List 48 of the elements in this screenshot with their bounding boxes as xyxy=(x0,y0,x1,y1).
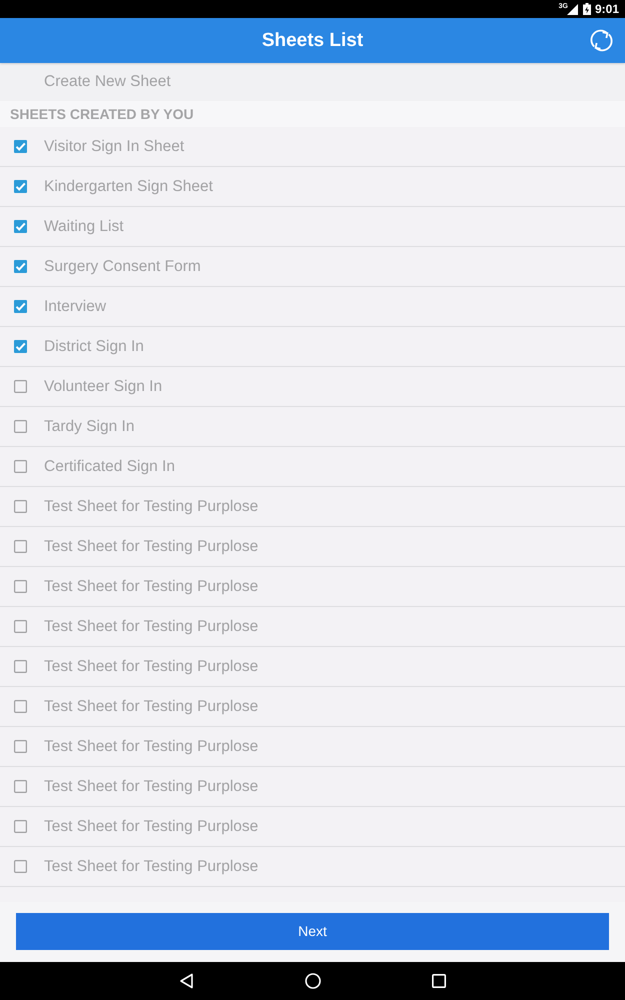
checkbox[interactable] xyxy=(14,300,27,313)
sheet-name: Test Sheet for Testing Purplose xyxy=(44,856,258,877)
app-title: Sheets List xyxy=(262,31,364,50)
sheet-name: Test Sheet for Testing Purplose xyxy=(44,816,258,837)
checkbox[interactable] xyxy=(14,540,27,553)
checkbox[interactable] xyxy=(14,340,27,353)
home-icon[interactable] xyxy=(304,973,320,989)
checkbox[interactable] xyxy=(14,380,27,393)
checkbox[interactable] xyxy=(14,420,27,433)
sheet-name: Kindergarten Sign Sheet xyxy=(44,176,213,197)
section-header: SHEETS CREATED BY YOU xyxy=(10,104,194,124)
next-button[interactable]: Next xyxy=(16,913,609,950)
sheet-name: Interview xyxy=(44,296,106,317)
back-icon[interactable] xyxy=(178,973,194,989)
signal-icon xyxy=(566,4,578,14)
checkbox[interactable] xyxy=(14,780,27,793)
sheet-name: Test Sheet for Testing Purplose xyxy=(44,736,258,757)
checkbox[interactable] xyxy=(14,180,27,193)
battery-icon xyxy=(582,3,591,15)
checkbox[interactable] xyxy=(14,860,27,873)
checkbox[interactable] xyxy=(14,140,27,153)
sheet-name: Test Sheet for Testing Purplose xyxy=(44,496,258,517)
checkbox[interactable] xyxy=(14,460,27,473)
sheet-name: Certificated Sign In xyxy=(44,456,175,477)
checkbox[interactable] xyxy=(14,700,27,713)
checkbox[interactable] xyxy=(14,580,27,593)
recent-apps-icon[interactable] xyxy=(430,973,446,989)
sheet-name: District Sign In xyxy=(44,336,144,357)
checkbox[interactable] xyxy=(14,620,27,633)
clock-time: 9:01 xyxy=(594,3,619,15)
checkbox[interactable] xyxy=(14,500,27,513)
sheet-name: Visitor Sign In Sheet xyxy=(44,136,184,157)
sheet-name: Test Sheet for Testing Purplose xyxy=(44,616,258,637)
sheet-name: Test Sheet for Testing Purplose xyxy=(44,696,258,717)
checkbox[interactable] xyxy=(14,220,27,233)
checkbox[interactable] xyxy=(14,740,27,753)
checkbox[interactable] xyxy=(14,660,27,673)
sheet-name: Tardy Sign In xyxy=(44,416,134,437)
sheet-name: Volunteer Sign In xyxy=(44,376,162,397)
sheet-name: Test Sheet for Testing Purplose xyxy=(44,576,258,597)
sheet-name: Test Sheet for Testing Purplose xyxy=(44,776,258,797)
checkbox[interactable] xyxy=(14,820,27,833)
sheet-name: Surgery Consent Form xyxy=(44,256,201,277)
checkbox[interactable] xyxy=(14,260,27,273)
sheet-name: Test Sheet for Testing Purplose xyxy=(44,656,258,677)
sheet-name: Test Sheet for Testing Purplose xyxy=(44,536,258,557)
sheet-name: Waiting List xyxy=(44,216,124,237)
refresh-icon[interactable] xyxy=(589,28,614,53)
